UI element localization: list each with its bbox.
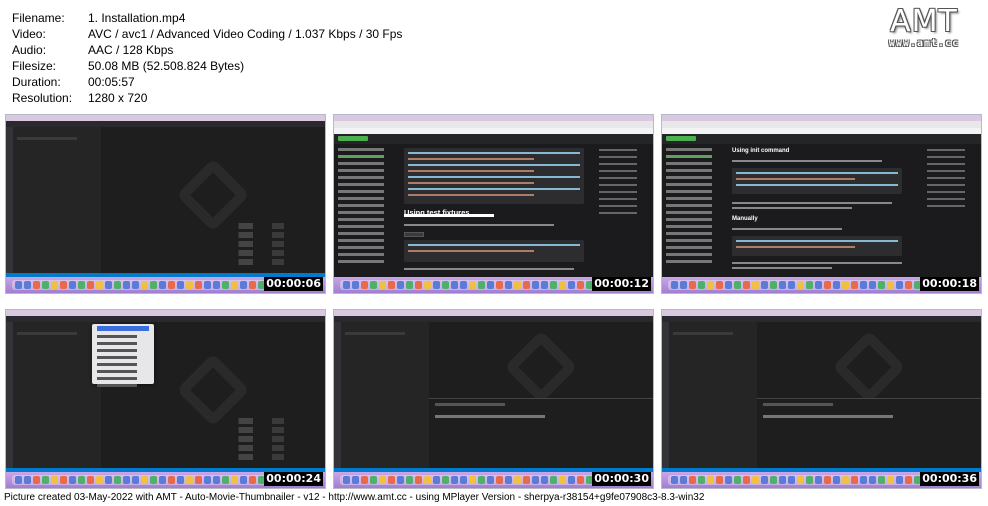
thumbnail-5: 00:00:30 — [333, 309, 654, 489]
activity-bar — [334, 322, 341, 472]
explorer-sidebar — [13, 322, 101, 472]
activity-bar — [6, 322, 13, 472]
explorer-item — [17, 137, 77, 140]
meta-row-filename: Filename: 1. Installation.mp4 — [12, 10, 402, 26]
thumbnail-2: Using test fixtures 00:00:12 — [333, 114, 654, 294]
timestamp: 00:00:24 — [264, 472, 323, 486]
meta-label: Audio: — [12, 43, 47, 57]
terminal-line — [435, 415, 545, 418]
docs-toc — [921, 144, 981, 277]
editor-area — [101, 127, 325, 277]
meta-row-audio: Audio: AAC / 128 Kbps — [12, 42, 402, 58]
meta-label: Duration: — [12, 75, 61, 89]
meta-value: AAC / 128 Kbps — [88, 43, 174, 57]
terminal-tabs[interactable] — [435, 403, 505, 406]
explorer-sidebar — [13, 127, 101, 277]
timestamp: 00:00:12 — [592, 277, 651, 291]
activity-bar — [6, 127, 13, 277]
meta-value: 1. Installation.mp4 — [88, 11, 186, 25]
logo-main-text: AMT — [890, 4, 958, 39]
shortcut-hints — [224, 223, 285, 268]
timestamp: 00:00:06 — [264, 277, 323, 291]
meta-row-duration: Duration: 00:05:57 — [12, 74, 402, 90]
shortcut-hints — [224, 418, 285, 463]
meta-row-resolution: Resolution: 1280 x 720 — [12, 90, 402, 106]
meta-row-video: Video: AVC / avc1 / Advanced Video Codin… — [12, 26, 402, 42]
heading-text: Manually — [732, 216, 758, 222]
vscode-watermark-icon — [176, 352, 250, 427]
explorer-item — [673, 332, 733, 335]
thumbnail-3: Using init command Manually 00:00:18 — [661, 114, 982, 294]
vscode-watermark-icon — [832, 330, 906, 404]
docs-sidebar — [662, 144, 726, 277]
docs-navbar — [662, 134, 981, 144]
explorer-sidebar — [341, 322, 429, 472]
code-block — [404, 148, 584, 204]
thumbnail-1: 00:00:06 — [5, 114, 326, 294]
docs-content: Using init command Manually — [726, 144, 921, 277]
timestamp: 00:00:36 — [920, 472, 979, 486]
docs-content: Using test fixtures — [398, 144, 593, 277]
code-block — [732, 168, 902, 194]
meta-label: Filesize: — [12, 59, 57, 73]
meta-value: 50.08 MB (52.508.824 Bytes) — [88, 59, 245, 73]
terminal-dropdown-menu[interactable] — [92, 324, 154, 387]
meta-value: 00:05:57 — [88, 75, 135, 89]
terminal-panel[interactable] — [757, 398, 981, 468]
docs-sidebar — [334, 144, 398, 277]
timestamp: 00:00:30 — [592, 472, 651, 486]
logo-url-text: www.amt.cc — [888, 38, 960, 49]
heading-text: Using test fixtures — [404, 208, 470, 217]
tab-typescript[interactable] — [404, 232, 424, 237]
browser-tabs — [334, 121, 653, 128]
vscode-watermark-icon — [504, 330, 578, 404]
activity-bar — [662, 322, 669, 472]
thumbnail-4: 00:00:24 — [5, 309, 326, 489]
thumbnail-6: 00:00:36 — [661, 309, 982, 489]
browser-tabs — [662, 121, 981, 128]
terminal-line — [763, 415, 893, 418]
explorer-sidebar — [669, 322, 757, 472]
meta-label: Filename: — [12, 11, 65, 25]
explorer-item — [17, 332, 77, 335]
playwright-logo-icon — [666, 136, 696, 141]
file-metadata: Filename: 1. Installation.mp4 Video: AVC… — [12, 10, 402, 106]
playwright-logo-icon — [338, 136, 368, 141]
docs-toc — [593, 144, 653, 277]
terminal-panel[interactable] — [429, 398, 653, 468]
meta-row-filesize: Filesize: 50.08 MB (52.508.824 Bytes) — [12, 58, 402, 74]
code-block — [732, 236, 902, 256]
footer-credit: Picture created 03-May-2022 with AMT - A… — [4, 492, 705, 503]
docs-navbar — [334, 134, 653, 144]
heading-text: Using init command — [732, 148, 790, 154]
amt-logo: AMT www.amt.cc — [874, 4, 974, 50]
meta-label: Resolution: — [12, 91, 73, 105]
terminal-tabs[interactable] — [763, 403, 833, 406]
meta-label: Video: — [12, 27, 46, 41]
timestamp: 00:00:18 — [920, 277, 979, 291]
meta-value: AVC / avc1 / Advanced Video Coding / 1.0… — [88, 27, 403, 41]
explorer-item — [345, 332, 405, 335]
vscode-watermark-icon — [176, 157, 250, 232]
meta-value: 1280 x 720 — [88, 91, 148, 105]
code-block — [404, 240, 584, 262]
